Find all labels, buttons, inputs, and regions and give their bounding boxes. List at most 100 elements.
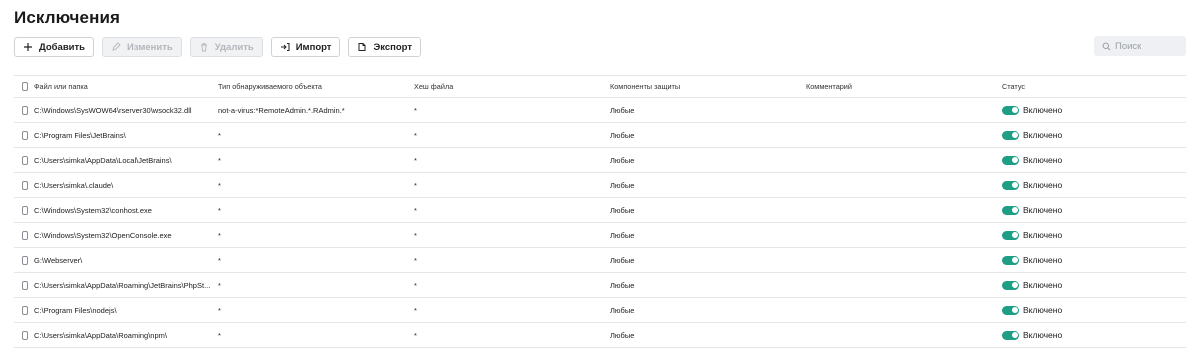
cell-path: C:\Users\simka\AppData\Local\JetBrains\: [34, 155, 172, 165]
exclusions-page: Исключения Добавить Изменить Удалить Имп…: [0, 0, 1200, 361]
row-checkbox[interactable]: [22, 305, 28, 315]
cell-components: Любые: [610, 130, 635, 140]
row-checkbox[interactable]: [22, 230, 28, 240]
import-button-label: Импорт: [295, 41, 332, 53]
table-row[interactable]: C:\Users\simka\AppData\Local\JetBrains\ *…: [14, 148, 1186, 173]
table-row[interactable]: C:\Windows\System32\conhost.exe * * Любые Вк…: [14, 198, 1186, 223]
cell-hash: *: [414, 280, 417, 290]
export-button[interactable]: Экспорт: [348, 37, 421, 57]
export-button-label: Экспорт: [373, 41, 412, 53]
search-placeholder: Поиск: [1115, 40, 1142, 52]
status-toggle[interactable]: [1002, 205, 1019, 215]
column-header-status[interactable]: Статус: [1002, 82, 1186, 91]
column-header-comment[interactable]: Комментарий: [806, 82, 1002, 91]
row-checkbox[interactable]: [22, 130, 28, 140]
row-checkbox-cell: [14, 230, 34, 240]
status-toggle[interactable]: [1002, 305, 1019, 315]
cell-type: *: [218, 255, 221, 265]
row-checkbox[interactable]: [22, 330, 28, 340]
cell-status: Включено: [1002, 280, 1186, 290]
table-row[interactable]: C:\Users\simka\AppData\Roaming\npm\ * * Люб…: [14, 323, 1186, 348]
status-toggle[interactable]: [1002, 130, 1019, 140]
select-all-checkbox[interactable]: [22, 82, 28, 91]
status-toggle[interactable]: [1002, 230, 1019, 240]
cell-hash: *: [414, 180, 417, 190]
row-checkbox[interactable]: [22, 280, 28, 290]
status-toggle[interactable]: [1002, 105, 1019, 115]
cell-path: G:\Webserver\: [34, 255, 83, 265]
cell-hash: *: [414, 305, 417, 315]
cell-components: Любые: [610, 155, 635, 165]
edit-button[interactable]: Изменить: [102, 37, 182, 57]
row-checkbox[interactable]: [22, 180, 28, 190]
status-label: Включено: [1023, 230, 1063, 240]
cell-path: C:\Users\simka\.claude\: [34, 180, 114, 190]
table-row[interactable]: C:\Windows\System32\OpenConsole.exe * * Люб…: [14, 223, 1186, 248]
delete-button-label: Удалить: [214, 41, 254, 53]
status-label: Включено: [1023, 105, 1063, 115]
cell-type: *: [218, 305, 221, 315]
pencil-icon: [112, 42, 121, 51]
cell-components: Любые: [610, 255, 635, 265]
column-header-type[interactable]: Тип обнаруживаемого объекта: [218, 82, 414, 91]
cell-status: Включено: [1002, 180, 1186, 190]
table-header: Файл или папка Тип обнаруживаемого объек…: [14, 75, 1186, 98]
column-header-hash[interactable]: Хеш файла: [414, 82, 610, 91]
cell-path: C:\Users\simka\AppData\Roaming\npm\: [34, 330, 167, 340]
cell-hash: *: [414, 205, 417, 215]
cell-status: Включено: [1002, 330, 1186, 340]
status-label: Включено: [1023, 280, 1063, 290]
select-all-cell: [14, 82, 34, 91]
import-button[interactable]: Импорт: [270, 37, 341, 57]
cell-path: C:\Program Files\nodejs\: [34, 305, 117, 315]
import-icon: [280, 43, 290, 51]
cell-type: *: [218, 280, 221, 290]
column-header-path[interactable]: Файл или папка: [34, 82, 218, 91]
status-toggle[interactable]: [1002, 155, 1019, 165]
cell-components: Любые: [610, 305, 635, 315]
cell-hash: *: [414, 330, 417, 340]
row-checkbox[interactable]: [22, 155, 28, 165]
cell-hash: *: [414, 105, 417, 115]
row-checkbox-cell: [14, 130, 34, 140]
export-icon: [358, 43, 366, 51]
row-checkbox[interactable]: [22, 105, 28, 115]
cell-components: Любые: [610, 105, 635, 115]
row-checkbox-cell: [14, 255, 34, 265]
row-checkbox[interactable]: [22, 255, 28, 265]
add-button[interactable]: Добавить: [14, 37, 95, 57]
delete-button[interactable]: Удалить: [189, 37, 263, 57]
row-checkbox-cell: [14, 330, 34, 340]
row-checkbox-cell: [14, 155, 34, 165]
cell-type: not-a-virus:*RemoteAdmin.*.RAdmin.*: [218, 105, 345, 115]
table-row[interactable]: G:\Webserver\ * * Любые Включено: [14, 248, 1186, 273]
status-toggle[interactable]: [1002, 330, 1019, 340]
table-row[interactable]: C:\Program Files\JetBrains\ * * Любые Включе…: [14, 123, 1186, 148]
cell-status: Включено: [1002, 305, 1186, 315]
row-checkbox[interactable]: [22, 205, 28, 215]
cell-type: *: [218, 155, 221, 165]
column-header-components[interactable]: Компоненты защиты: [610, 82, 806, 91]
table-row[interactable]: C:\Users\simka\AppData\Roaming\JetBrains…: [14, 273, 1186, 298]
search-icon: [1102, 42, 1111, 50]
cell-status: Включено: [1002, 255, 1186, 265]
cell-type: *: [218, 230, 221, 240]
table-row[interactable]: C:\Windows\SysWOW64\rserver30\wsock32.dl…: [14, 98, 1186, 123]
search-input[interactable]: Поиск: [1094, 36, 1186, 56]
table-row[interactable]: C:\Users\simka\.claude\ * * Любые Включено: [14, 173, 1186, 198]
status-label: Включено: [1023, 130, 1063, 140]
status-toggle[interactable]: [1002, 280, 1019, 290]
cell-hash: *: [414, 230, 417, 240]
status-toggle[interactable]: [1002, 255, 1019, 265]
cell-status: Включено: [1002, 130, 1186, 140]
table-row[interactable]: C:\Program Files\nodejs\ * * Любые Включено: [14, 298, 1186, 323]
status-toggle[interactable]: [1002, 180, 1019, 190]
cell-hash: *: [414, 155, 417, 165]
row-checkbox-cell: [14, 205, 34, 215]
cell-components: Любые: [610, 180, 635, 190]
cell-status: Включено: [1002, 155, 1186, 165]
cell-path: C:\Windows\System32\conhost.exe: [34, 205, 152, 215]
status-label: Включено: [1023, 155, 1063, 165]
cell-path: C:\Users\simka\AppData\Roaming\JetBrains…: [34, 280, 211, 290]
add-button-label: Добавить: [39, 41, 86, 53]
